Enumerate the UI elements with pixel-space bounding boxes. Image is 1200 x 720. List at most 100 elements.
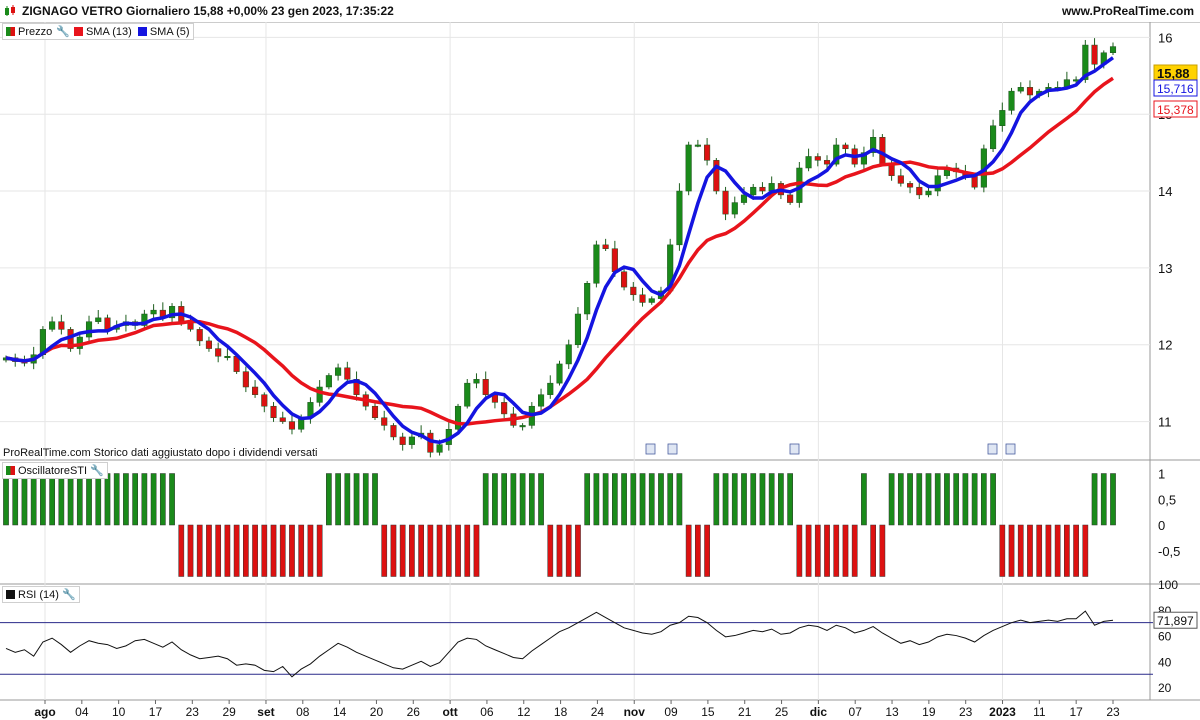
oscillator-bar-negative bbox=[390, 524, 397, 577]
candle-down bbox=[759, 186, 766, 192]
candle-down bbox=[1091, 44, 1098, 65]
oscillator-bar-negative bbox=[1054, 524, 1061, 577]
legend-oscillator[interactable]: OscillatoreSTI bbox=[18, 465, 87, 477]
candle-up bbox=[584, 283, 591, 315]
oscillator-bar-negative bbox=[455, 524, 461, 577]
x-axis-tick-label: 09 bbox=[664, 705, 678, 719]
candle-down bbox=[916, 186, 923, 196]
candle-up bbox=[538, 394, 545, 407]
price-chart-canvas[interactable]: 11 12 13 14 15 16 15,8815,716 15,378 1 0,5 0 -0,5 10… bbox=[0, 0, 1200, 720]
oscillator-bar-positive bbox=[104, 473, 111, 526]
candle-up bbox=[1008, 90, 1015, 111]
oscillator-bar-positive bbox=[639, 473, 646, 526]
oscillator-bar-positive bbox=[658, 473, 664, 526]
oscillator-bar-negative bbox=[316, 524, 323, 577]
oscillator-bar-positive bbox=[510, 473, 517, 526]
candle-down bbox=[639, 294, 646, 303]
x-axis-tick-label: 25 bbox=[775, 705, 789, 719]
price-swatch-icon bbox=[6, 27, 15, 36]
x-axis-tick-label: 20 bbox=[370, 705, 384, 719]
dividend-marker-icon bbox=[1005, 443, 1016, 455]
wrench-icon[interactable]: 🔧 bbox=[90, 464, 104, 477]
candle-up bbox=[325, 375, 332, 388]
oscillator-bar-positive bbox=[49, 473, 55, 526]
oscillator-bar-positive bbox=[482, 473, 489, 526]
oscillator-bar-negative bbox=[178, 524, 185, 577]
oscillator-bar-positive bbox=[58, 473, 65, 526]
oscillator-bar-negative bbox=[851, 524, 858, 577]
candle-down bbox=[621, 271, 628, 288]
candle-down bbox=[58, 321, 65, 330]
candle-up bbox=[150, 309, 157, 315]
oscillator-bar-positive bbox=[888, 473, 895, 526]
oscillator-bar-negative bbox=[1036, 524, 1043, 577]
oscillator-bar-positive bbox=[492, 473, 498, 526]
oscillator-bar-positive bbox=[621, 473, 627, 526]
candle-up bbox=[565, 344, 572, 365]
oscillator-bar-positive bbox=[630, 473, 637, 526]
last-price-tag-text: 15,88 bbox=[1157, 66, 1190, 81]
x-axis-tick-label: 12 bbox=[517, 705, 531, 719]
oscillator-bar-positive bbox=[141, 473, 148, 526]
legend-sma5[interactable]: SMA (5) bbox=[150, 26, 190, 38]
legend-price[interactable]: Prezzo bbox=[18, 26, 52, 38]
candle-up bbox=[925, 190, 932, 196]
oscillator-bar-negative bbox=[381, 524, 388, 577]
wrench-icon[interactable]: 🔧 bbox=[62, 588, 76, 601]
x-axis-tick-label: 23 bbox=[1106, 705, 1120, 719]
oscillator-bar-positive bbox=[372, 473, 378, 526]
oscillator-bar-positive bbox=[768, 473, 775, 526]
oscillator-bar-positive bbox=[113, 473, 120, 526]
oscillator-bar-negative bbox=[196, 524, 203, 577]
x-axis-tick-label: 11 bbox=[1033, 705, 1046, 719]
candle-up bbox=[224, 356, 231, 359]
legend-bar: Prezzo 🔧 SMA (13) SMA (5) bbox=[2, 23, 194, 40]
wrench-icon[interactable]: 🔧 bbox=[56, 25, 70, 38]
oscillator-bar-positive bbox=[519, 473, 526, 526]
oscillator-bar-positive bbox=[648, 473, 655, 526]
oscillator-bar-positive bbox=[944, 473, 950, 526]
oscillator-bar-positive bbox=[1110, 473, 1116, 526]
oscillator-bar-negative bbox=[805, 524, 812, 577]
oscillator-bar-negative bbox=[233, 524, 240, 577]
oscillator-bar-negative bbox=[695, 524, 701, 577]
x-axis-tick-label: dic bbox=[810, 705, 828, 719]
legend-rsi[interactable]: RSI (14) bbox=[18, 589, 59, 601]
oscillator-bar-negative bbox=[252, 524, 258, 577]
oscillator-bar-positive bbox=[159, 473, 166, 526]
oscillator-swatch-icon bbox=[6, 466, 15, 475]
candle-down bbox=[390, 425, 397, 438]
oscillator-bar-positive bbox=[76, 473, 83, 526]
oscillator-bar-positive bbox=[86, 473, 92, 526]
sma13-swatch-icon bbox=[73, 27, 83, 36]
oscillator-bar-negative bbox=[814, 524, 821, 577]
oscillator-bar-positive bbox=[897, 473, 904, 526]
candle-down bbox=[823, 160, 831, 165]
oscillator-bar-negative bbox=[473, 524, 480, 577]
candle-up bbox=[95, 317, 102, 322]
oscillator-bar-positive bbox=[971, 473, 978, 526]
x-axis-tick-label: 10 bbox=[112, 705, 126, 719]
oscillator-axis-tick: 0 bbox=[1158, 518, 1165, 533]
candle-down bbox=[602, 244, 609, 249]
oscillator-bar-positive bbox=[353, 473, 360, 526]
candle-up bbox=[85, 321, 93, 338]
candle-up bbox=[805, 156, 812, 169]
oscillator-bar-positive bbox=[1091, 473, 1098, 526]
candle-down bbox=[1026, 87, 1034, 96]
oscillator-bar-positive bbox=[787, 473, 793, 526]
price-axis-tick: 13 bbox=[1158, 261, 1172, 276]
candle-down bbox=[270, 405, 277, 418]
rsi-axis-tick: 20 bbox=[1158, 681, 1172, 695]
legend-sma13[interactable]: SMA (13) bbox=[86, 26, 132, 38]
oscillator-bar-positive bbox=[731, 473, 738, 526]
x-axis-tick-label: 17 bbox=[1069, 705, 1083, 719]
candle-up bbox=[574, 313, 582, 345]
x-axis-tick-label: 07 bbox=[849, 705, 863, 719]
oscillator-bar-positive bbox=[169, 473, 175, 526]
oscillator-bar-positive bbox=[925, 473, 932, 526]
oscillator-bar-negative bbox=[704, 524, 710, 577]
dividend-marker-icon bbox=[789, 443, 800, 455]
dividend-marker-icon bbox=[667, 443, 678, 455]
oscillator-bar-positive bbox=[538, 473, 544, 526]
